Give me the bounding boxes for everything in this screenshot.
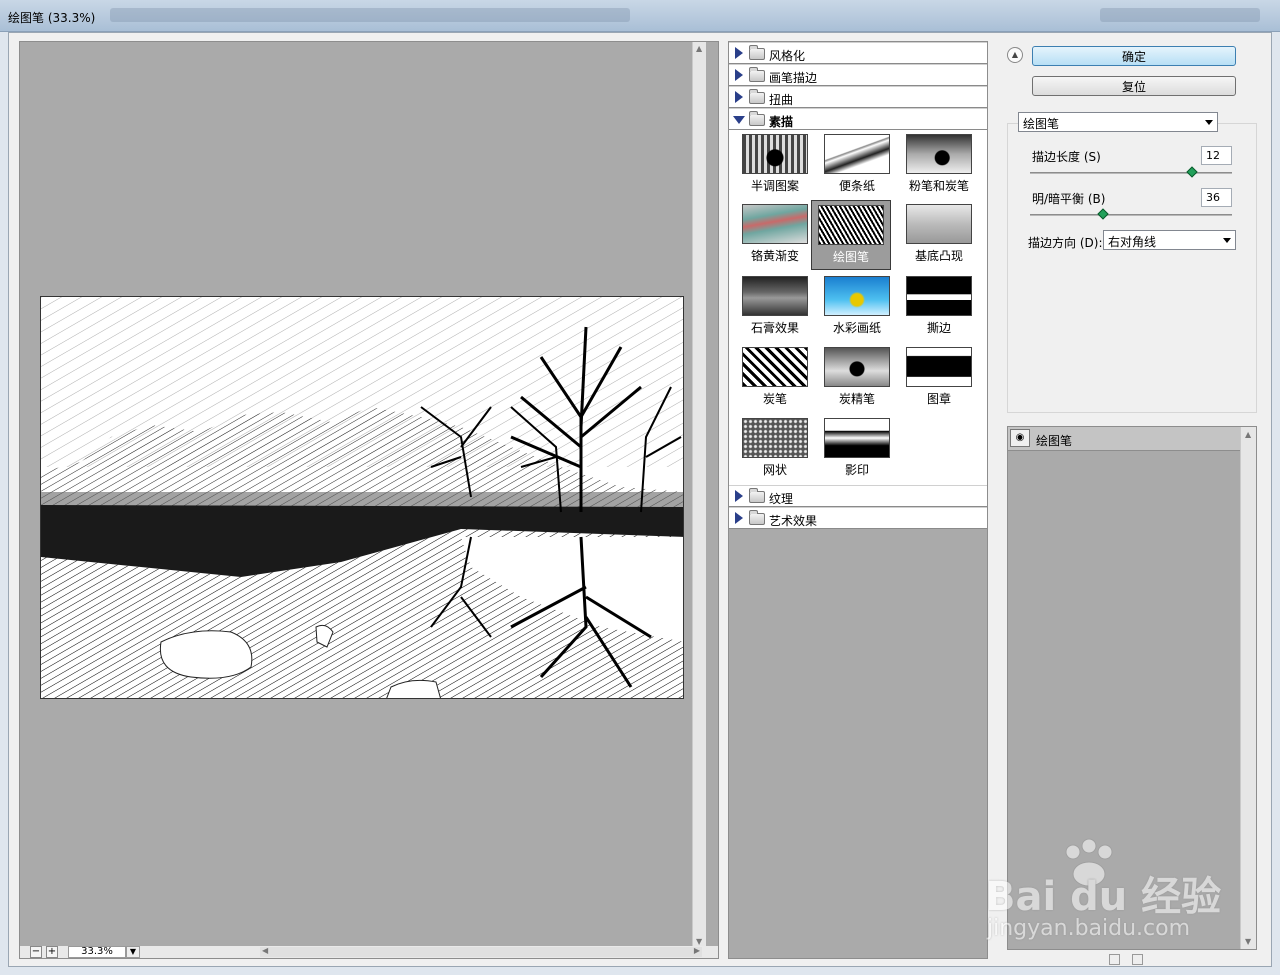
filter-thumbnail [824,418,890,458]
sketch-filter-thumbnails: 半调图案 便条纸 粉笔和炭笔 铬黄渐变 绘图笔 基底凸现 石膏效果 水彩画纸 撕… [729,130,987,485]
light-dark-balance-input[interactable]: 36 [1201,188,1232,207]
filter-graphic-pen[interactable]: 绘图笔 [811,200,891,270]
effect-layer-row[interactable]: ◉ 绘图笔 [1008,427,1240,451]
folder-icon [749,67,765,82]
folder-icon [749,89,765,104]
ok-button[interactable]: 确定 [1032,46,1236,66]
filter-conte-crayon[interactable]: 炭精笔 [817,343,897,413]
stroke-length-input[interactable]: 12 [1201,146,1232,165]
scroll-up-icon[interactable]: ▲ [1245,430,1251,439]
preview-panel: ▲ ▼ − + 33.3% ▼ ◀ ▶ [19,41,719,959]
filter-photocopy[interactable]: 影印 [817,414,897,484]
filter-thumbnail [818,205,884,245]
folder-icon [749,45,765,60]
settings-panel: ▲ 确定 复位 绘图笔 描边长度 (S) 12 明/暗平衡 (B) 36 描边方… [999,41,1264,965]
filter-thumbnail [742,204,808,244]
filter-bas-relief[interactable]: 基底凸现 [899,200,979,270]
scroll-down-icon[interactable]: ▼ [1245,937,1251,946]
preview-statusbar: − + 33.3% ▼ ◀ ▶ [20,946,718,958]
scroll-left-icon[interactable]: ◀ [262,946,268,955]
light-dark-balance-slider[interactable] [1030,208,1232,220]
zoom-in-button[interactable]: + [46,946,58,958]
zoom-dropdown-icon[interactable]: ▼ [126,946,140,958]
folder-icon [749,510,765,525]
reset-button[interactable]: 复位 [1032,76,1236,96]
expand-triangle-icon[interactable] [735,512,743,524]
filter-thumbnail [824,347,890,387]
light-dark-balance-label: 明/暗平衡 (B) [1032,192,1106,206]
filter-charcoal[interactable]: 炭笔 [735,343,815,413]
expand-triangle-icon[interactable] [735,91,743,103]
zoom-out-button[interactable]: − [30,946,42,958]
expand-triangle-icon[interactable] [735,490,743,502]
stroke-direction-select[interactable]: 右对角线 [1103,230,1236,250]
filter-torn-edges[interactable]: 撕边 [899,272,979,342]
filter-thumbnail [906,204,972,244]
title-bar: 绘图笔 (33.3%) [0,0,1280,32]
scroll-up-icon[interactable]: ▲ [696,44,702,53]
folder-icon [749,488,765,503]
category-stylize[interactable]: 风格化 [729,42,987,64]
filter-thumbnail [742,418,808,458]
preview-horizontal-scrollbar[interactable]: ◀ ▶ [260,946,702,957]
zoom-level-field[interactable]: 33.3% [68,946,126,958]
stroke-length-slider[interactable] [1030,166,1232,178]
eye-icon[interactable]: ◉ [1010,429,1030,447]
chevron-down-icon [1223,238,1231,243]
window-title: 绘图笔 (33.3%) [8,11,96,25]
stroke-direction-label: 描边方向 (D): [1028,236,1103,250]
filter-thumbnail [906,134,972,174]
scroll-right-icon[interactable]: ▶ [694,946,700,955]
filter-plaster[interactable]: 石膏效果 [735,272,815,342]
collapse-triangle-icon[interactable] [733,116,745,124]
blurred-controls [1100,8,1260,22]
expand-triangle-icon[interactable] [735,47,743,59]
category-sketch[interactable]: 素描 [729,108,987,130]
slider-knob[interactable] [1185,166,1198,178]
trash-icon[interactable] [1131,954,1143,965]
scroll-down-icon[interactable]: ▼ [696,937,702,946]
filter-gallery-dialog: ▲ ▼ − + 33.3% ▼ ◀ ▶ 风格化 画笔描边 扭曲 素描 半调图案 … [8,32,1272,967]
filter-settings-group: 绘图笔 描边长度 (S) 12 明/暗平衡 (B) 36 描边方向 (D): 右… [1007,112,1257,413]
open-folder-icon [749,111,765,126]
slider-knob[interactable] [1097,208,1109,220]
new-layer-icon[interactable] [1109,954,1120,965]
preview-vertical-scrollbar[interactable]: ▲ ▼ [692,42,706,948]
baidu-watermark: Bai du 经验 jingyan.baidu.com [985,838,1245,948]
blurred-menu [110,8,630,22]
filter-list-panel: 风格化 画笔描边 扭曲 素描 半调图案 便条纸 粉笔和炭笔 铬黄渐变 绘图笔 基… [728,41,988,959]
filter-thumbnail [742,347,808,387]
filter-stamp[interactable]: 图章 [899,343,979,413]
expand-triangle-icon[interactable] [735,69,743,81]
filter-thumbnail [824,134,890,174]
filter-thumbnail [742,276,808,316]
chevron-down-icon [1205,120,1213,125]
category-texture[interactable]: 纹理 [729,485,987,507]
category-brush-strokes[interactable]: 画笔描边 [729,64,987,86]
preview-image [40,296,684,699]
stroke-length-label: 描边长度 (S) [1032,150,1101,164]
filter-thumbnail [742,134,808,174]
filter-halftone-pattern[interactable]: 半调图案 [735,130,815,200]
filter-select[interactable]: 绘图笔 [1018,112,1218,132]
preview-canvas[interactable]: ▲ ▼ [20,42,706,948]
filter-chrome[interactable]: 铬黄渐变 [735,200,815,270]
filter-note-paper[interactable]: 便条纸 [817,130,897,200]
filter-water-paper[interactable]: 水彩画纸 [817,272,897,342]
category-artistic[interactable]: 艺术效果 [729,507,987,529]
filter-chalk-charcoal[interactable]: 粉笔和炭笔 [899,130,979,200]
filter-thumbnail [824,276,890,316]
filter-thumbnail [906,347,972,387]
category-distort[interactable]: 扭曲 [729,86,987,108]
layer-tools [1109,954,1151,968]
filter-reticulation[interactable]: 网状 [735,414,815,484]
filter-thumbnail [906,276,972,316]
collapse-gallery-icon[interactable]: ▲ [1007,47,1023,63]
